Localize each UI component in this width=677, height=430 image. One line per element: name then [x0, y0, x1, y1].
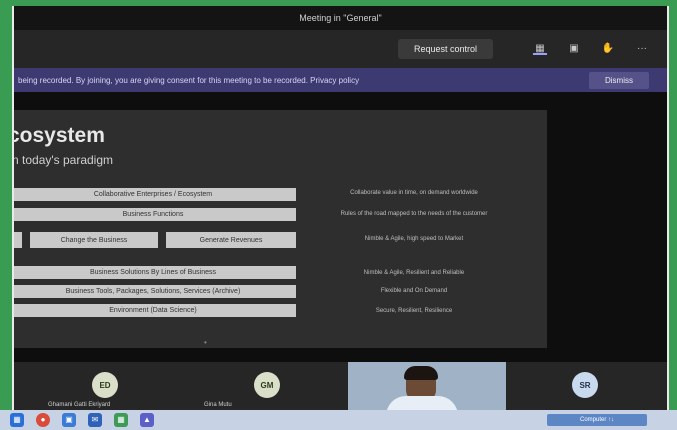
camera-icon[interactable]: ▦: [533, 43, 547, 55]
slide-box: Collaborative Enterprises / Ecosystem: [14, 188, 296, 201]
calendar-icon[interactable]: ▦: [114, 413, 128, 427]
participant-body: [386, 396, 458, 410]
meeting-toolbar: Request control ▦ ▣ ✋ ···: [14, 30, 667, 68]
window-title: Meeting in "General": [299, 13, 382, 23]
slide-title: cosystem: [14, 124, 105, 147]
participant-name: Gina Mutu: [204, 402, 232, 408]
participant-video[interactable]: [348, 362, 506, 410]
slide-description: Nimble & Agile, high speed to Market: [364, 236, 464, 242]
slide-box: Business Functions: [14, 208, 296, 221]
recording-notice-banner: being recorded. By joining, you are givi…: [14, 68, 667, 92]
participant-tile[interactable]: ED Ghamani Gatti Ekriyard: [34, 362, 184, 410]
slide-description: Rules of the road mapped to the needs of…: [340, 211, 488, 217]
mail-icon[interactable]: ✉: [88, 413, 102, 427]
avatar: GM: [254, 372, 280, 398]
chat-icon[interactable]: ▣: [567, 43, 581, 55]
participant-gallery: ED Ghamani Gatti Ekriyard GM Gina Mutu S…: [14, 362, 667, 410]
file-explorer-icon[interactable]: ▣: [62, 413, 76, 427]
title-bar: Meeting in "General": [14, 6, 667, 30]
hand-icon[interactable]: ✋: [601, 43, 615, 55]
slide-description: Nimble & Agile, Resilient and Reliable: [363, 270, 465, 276]
slide-box: Environment (Data Science): [14, 304, 296, 317]
slide-box: Business Solutions By Lines of Business: [14, 266, 296, 279]
participant-name: Ghamani Gatti Ekriyard: [48, 402, 111, 408]
shared-screen-stage: cosystem n today's paradigm Collaborativ…: [14, 92, 667, 362]
slide-subtitle: n today's paradigm: [14, 153, 114, 167]
slide-box: Business Tools, Packages, Solutions, Ser…: [14, 285, 296, 298]
participant-tile[interactable]: GM Gina Mutu: [194, 362, 344, 410]
slide-box: [14, 232, 22, 248]
meeting-window: Meeting in "General" Request control ▦ ▣…: [12, 6, 669, 410]
teams-icon[interactable]: ▲: [140, 413, 154, 427]
avatar: SR: [572, 372, 598, 398]
os-taskbar: ▦ ● ▣ ✉ ▦ ▲ Computer ↑↓: [0, 410, 677, 430]
more-icon[interactable]: ···: [635, 43, 649, 55]
chrome-icon[interactable]: ●: [36, 413, 50, 427]
dismiss-button[interactable]: Dismiss: [589, 71, 649, 89]
slide-box: Generate Revenues: [166, 232, 296, 248]
request-control-button[interactable]: Request control: [397, 39, 493, 59]
shared-slide: cosystem n today's paradigm Collaborativ…: [14, 110, 547, 348]
recording-notice-text: being recorded. By joining, you are givi…: [18, 75, 360, 85]
start-icon[interactable]: ▦: [10, 413, 24, 427]
participant-tile[interactable]: SR: [514, 362, 664, 410]
participant-hair: [404, 366, 438, 380]
slide-indicator-icon: •: [204, 338, 207, 347]
slide-description: Secure, Resilient, Resilience: [375, 308, 453, 314]
avatar: ED: [92, 372, 118, 398]
system-tray[interactable]: Computer ↑↓: [547, 414, 647, 426]
slide-description: Collaborate value in time, on demand wor…: [350, 190, 478, 196]
slide-description: Flexible and On Demand: [380, 288, 448, 294]
slide-box: Change the Business: [30, 232, 158, 248]
